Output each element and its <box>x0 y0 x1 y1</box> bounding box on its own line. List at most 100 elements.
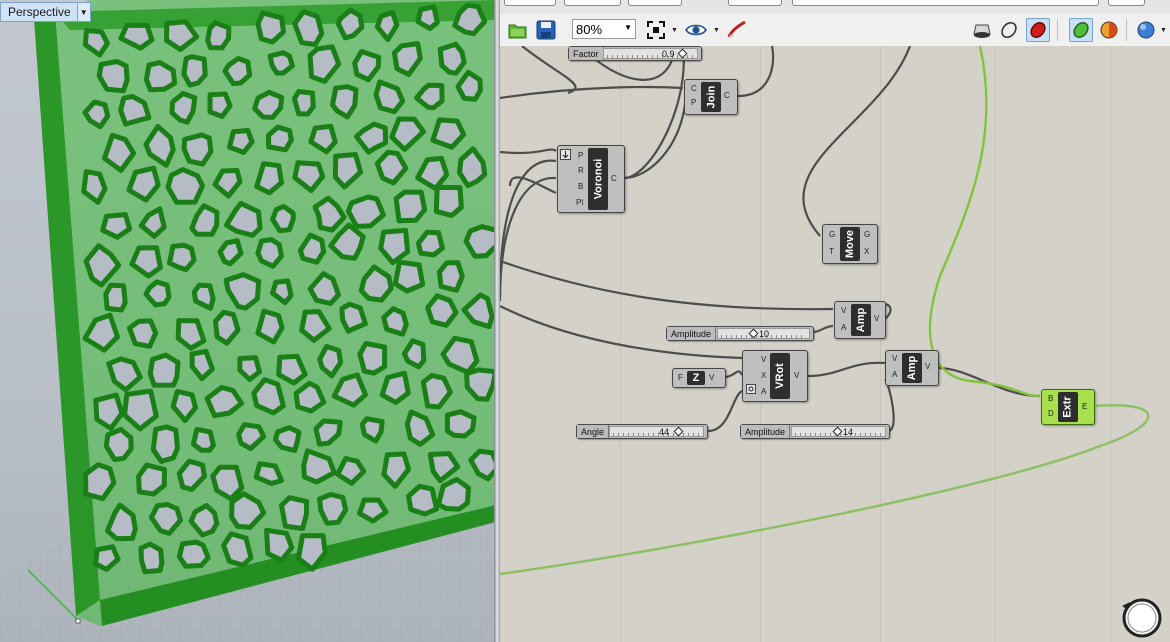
voronoi-cell-opening <box>359 416 385 444</box>
port-label: G <box>864 230 871 239</box>
preview-wireframe-icon[interactable] <box>970 18 994 42</box>
component-tab[interactable] <box>792 0 1099 6</box>
voronoi-cell-opening <box>463 224 496 259</box>
grasshopper-canvas[interactable]: Factor 0.9 C P Join C P R B Pl Voronoi C… <box>500 46 1170 642</box>
component-label: Extr <box>1058 392 1078 422</box>
parameter-degrees-icon <box>746 384 756 394</box>
component-tab[interactable] <box>728 0 782 6</box>
port-label: P <box>578 151 584 160</box>
chevron-down-icon[interactable]: ▼ <box>624 23 632 32</box>
amplitude-slider[interactable]: Amplitude 14 <box>740 424 890 439</box>
voronoi-cell-opening <box>167 242 197 273</box>
slider-name: Angle <box>577 425 610 438</box>
component-label: VRot <box>770 353 790 399</box>
voronoi-cell-opening <box>165 167 205 205</box>
voronoi-cell-opening <box>190 427 216 453</box>
voronoi-cell-opening <box>267 50 295 76</box>
voronoi-cell-opening <box>251 377 286 416</box>
voronoi-cell-opening <box>345 194 386 229</box>
viewport-title-tab[interactable]: Perspective ▼ <box>0 2 91 22</box>
voronoi-cell-opening <box>437 41 467 76</box>
preview-eye-icon[interactable] <box>684 18 708 42</box>
chevron-down-icon[interactable]: ▼ <box>1160 27 1167 34</box>
factor-slider[interactable]: Factor 0.9 <box>568 46 702 61</box>
voronoi-cell-opening <box>436 260 465 293</box>
slider-value: 14 <box>843 426 854 437</box>
voronoi-cell-opening <box>425 293 459 328</box>
voronoi-cell-opening <box>392 259 426 294</box>
component-label: Amp <box>851 304 871 336</box>
display-mode-icon[interactable] <box>1069 18 1093 42</box>
open-file-icon[interactable] <box>506 18 530 42</box>
port-label: T <box>829 247 834 256</box>
voronoi-cell-opening <box>317 492 349 526</box>
voronoi-cell-opening <box>255 237 284 269</box>
voronoi-cell-opening <box>221 531 254 568</box>
amplitude-slider[interactable]: Amplitude 10 <box>666 326 814 341</box>
zoom-extents-icon[interactable] <box>644 18 668 42</box>
port-label: P <box>691 98 697 107</box>
voronoi-cell-opening <box>292 9 325 47</box>
component-tab[interactable] <box>628 0 682 6</box>
move-component[interactable]: G T Move G X <box>822 224 878 264</box>
color-sphere-icon[interactable] <box>1097 18 1121 42</box>
amplitude-component[interactable]: V A Amp V <box>885 350 939 386</box>
component-label: Voronoi <box>588 148 608 210</box>
port-label: C <box>611 174 617 183</box>
zoom-level-value: 80% <box>576 21 603 37</box>
port-label: C <box>724 91 730 100</box>
component-label: Join <box>701 82 721 112</box>
canvas-navigation-compass-icon[interactable] <box>1118 594 1162 638</box>
chevron-down-icon[interactable]: ▼ <box>671 27 678 34</box>
port-label: C <box>691 84 697 93</box>
voronoi-cell-opening <box>379 370 411 405</box>
chevron-down-icon[interactable]: ▼ <box>713 27 720 34</box>
port-label: E <box>1082 402 1088 411</box>
component-tab[interactable] <box>564 0 621 6</box>
voronoi-cell-opening <box>317 344 344 379</box>
angle-slider[interactable]: Angle 44 <box>576 424 708 439</box>
voronoi-cell-opening <box>181 54 208 88</box>
voronoi-cell-opening <box>252 89 285 120</box>
zoom-level-dropdown[interactable]: 80% ▼ <box>572 19 636 39</box>
save-file-icon[interactable] <box>534 18 558 42</box>
voronoi-cell-opening <box>143 279 172 308</box>
voronoi-cell-opening <box>330 84 359 120</box>
voronoi-cell-opening <box>127 318 159 349</box>
component-label: Amp <box>902 353 922 383</box>
chevron-down-icon[interactable]: ▼ <box>76 3 90 21</box>
voronoi-cell-opening <box>393 189 428 224</box>
parameter-flatten-icon <box>560 149 571 160</box>
amplitude-component[interactable]: V A Amp V <box>834 301 886 339</box>
preview-selected-icon[interactable] <box>1026 18 1050 42</box>
voronoi-component[interactable]: P R B Pl Voronoi C <box>557 145 625 213</box>
unit-z-component[interactable]: F Z V <box>672 368 726 388</box>
voronoi-cell-opening <box>276 353 308 386</box>
component-tab[interactable] <box>504 0 556 6</box>
slider-track[interactable] <box>609 426 704 437</box>
extrude-component[interactable]: B D Extr E <box>1041 389 1095 425</box>
preview-shaded-icon[interactable] <box>997 18 1021 42</box>
voronoi-cell-opening <box>207 91 233 119</box>
port-label: X <box>864 247 870 256</box>
port-label: V <box>709 373 715 382</box>
voronoi-panel-preview <box>0 0 496 642</box>
slider-name: Factor <box>569 47 604 60</box>
voronoi-cell-opening <box>406 483 440 517</box>
port-label: X <box>761 371 767 380</box>
port-label: V <box>761 355 767 364</box>
slider-name: Amplitude <box>667 327 717 340</box>
voronoi-cell-opening <box>147 352 181 388</box>
voronoi-cell-opening <box>291 89 316 117</box>
join-component[interactable]: C P Join C <box>684 79 738 115</box>
rhino-viewport[interactable]: Perspective ▼ <box>0 0 496 642</box>
blue-sphere-icon[interactable] <box>1134 18 1158 42</box>
voronoi-cell-opening <box>401 338 427 370</box>
voronoi-cell-opening <box>255 308 285 345</box>
sketch-icon[interactable] <box>725 18 749 42</box>
voronoi-cell-opening <box>266 124 294 153</box>
port-label: V <box>874 314 880 323</box>
vector-rotate-component[interactable]: V X A VRot V <box>742 350 808 402</box>
component-tab[interactable] <box>1108 0 1145 6</box>
grasshopper-window: 80% ▼ ▼ ▼ ▼ Factor 0.9 C P Join C P R B … <box>500 0 1170 642</box>
